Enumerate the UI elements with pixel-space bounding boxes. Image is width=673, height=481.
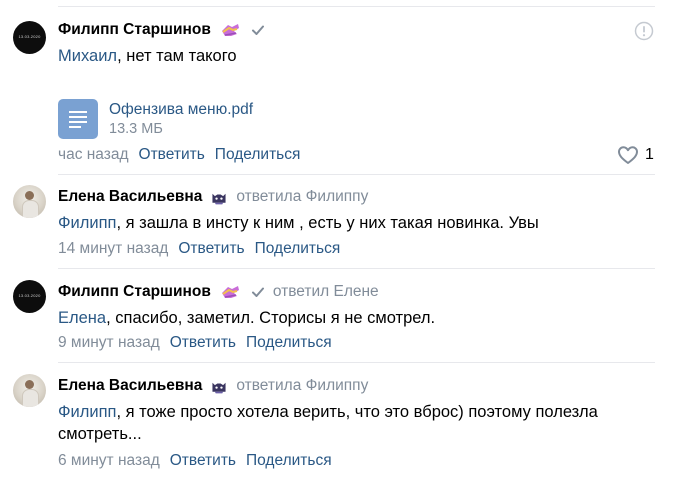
attachment-size: 13.3 МБ	[109, 121, 163, 137]
comment-body: , я тоже просто хотела верить, что это в…	[58, 403, 598, 443]
divider	[58, 6, 655, 7]
comment-header: Филипп Старшинов ответил Елене	[58, 282, 379, 302]
comment-body: , я зашла в инсту к ним , есть у них так…	[116, 214, 539, 232]
comment-header: Филипп Старшинов	[58, 20, 265, 40]
divider	[58, 268, 655, 269]
share-button[interactable]: Поделиться	[215, 146, 301, 164]
comment-text: Елена, спасибо, заметил. Сторисы я не см…	[58, 307, 653, 329]
timestamp[interactable]: 9 минут назад	[58, 334, 160, 352]
verified-check-icon	[251, 25, 264, 35]
avatar[interactable]	[13, 374, 46, 407]
reply-button[interactable]: Ответить	[139, 146, 205, 164]
comment-text: Филипп, я тоже просто хотела верить, что…	[58, 401, 649, 445]
divider	[58, 362, 655, 363]
timestamp[interactable]: час назад	[58, 146, 129, 164]
author-name[interactable]: Елена Васильевна	[58, 188, 202, 206]
comment-meta: 14 минут назад Ответить Поделиться	[58, 239, 350, 259]
reply-button[interactable]: Ответить	[170, 452, 236, 470]
like-button[interactable]: 1	[617, 145, 654, 165]
mention-link[interactable]: Михаил	[58, 47, 117, 65]
verified-check-icon	[251, 287, 264, 297]
like-count: 1	[645, 146, 654, 163]
comment-header: Елена Васильевна ответила Филиппу	[58, 187, 368, 207]
avatar[interactable]: 13.03.2020	[13, 280, 46, 313]
hand-emoji-icon	[221, 286, 239, 298]
attachment-name[interactable]: Офензива меню.pdf	[109, 100, 253, 120]
mention-link[interactable]: Филипп	[58, 214, 116, 232]
reply-to-label[interactable]: ответил Елене	[273, 283, 379, 301]
comment-meta: час назад Ответить Поделиться	[58, 145, 310, 165]
author-name[interactable]: Филипп Старшинов	[58, 283, 211, 301]
reply-to-label[interactable]: ответила Филиппу	[236, 377, 368, 395]
timestamp[interactable]: 6 минут назад	[58, 452, 160, 470]
author-name[interactable]: Елена Васильевна	[58, 377, 202, 395]
comment-body: , нет там такого	[117, 47, 237, 65]
reply-to-label[interactable]: ответила Филиппу	[236, 188, 368, 206]
attachment-info: Офензива меню.pdf 13.3 МБ	[109, 99, 253, 139]
like-heart-icon	[618, 146, 638, 164]
divider	[58, 174, 655, 175]
comment-text: Михаил, нет там такого	[58, 45, 653, 67]
cat-emoji-icon	[212, 193, 226, 205]
comment-body: , спасибо, заметил. Сторисы я не смотрел…	[106, 309, 436, 327]
author-name[interactable]: Филипп Старшинов	[58, 21, 211, 39]
comment-meta: 9 минут назад Ответить Поделиться	[58, 333, 342, 353]
cat-emoji-icon	[212, 382, 226, 394]
mention-link[interactable]: Филипп	[58, 403, 116, 421]
comment-header: Елена Васильевна ответила Филиппу	[58, 376, 368, 396]
reply-button[interactable]: Ответить	[170, 334, 236, 352]
document-icon	[58, 99, 98, 139]
avatar-text: 13.03.2020	[18, 34, 41, 39]
share-button[interactable]: Поделиться	[246, 452, 332, 470]
timestamp[interactable]: 14 минут назад	[58, 240, 168, 258]
report-icon[interactable]	[634, 21, 654, 41]
attachment[interactable]: Офензива меню.pdf 13.3 МБ	[58, 99, 253, 139]
share-button[interactable]: Поделиться	[246, 334, 332, 352]
share-button[interactable]: Поделиться	[255, 240, 341, 258]
comments-feed: 13.03.2020 Филипп Старшинов Михаил, нет …	[0, 0, 673, 481]
mention-link[interactable]: Елена	[58, 309, 106, 327]
avatar[interactable]: 13.03.2020	[13, 21, 46, 54]
comment-text: Филипп, я зашла в инсту к ним , есть у н…	[58, 212, 653, 234]
hand-emoji-icon	[221, 24, 239, 36]
comment-meta: 6 минут назад Ответить Поделиться	[58, 451, 342, 471]
reply-button[interactable]: Ответить	[178, 240, 244, 258]
avatar[interactable]	[13, 185, 46, 218]
avatar-text: 13.03.2020	[18, 293, 41, 298]
